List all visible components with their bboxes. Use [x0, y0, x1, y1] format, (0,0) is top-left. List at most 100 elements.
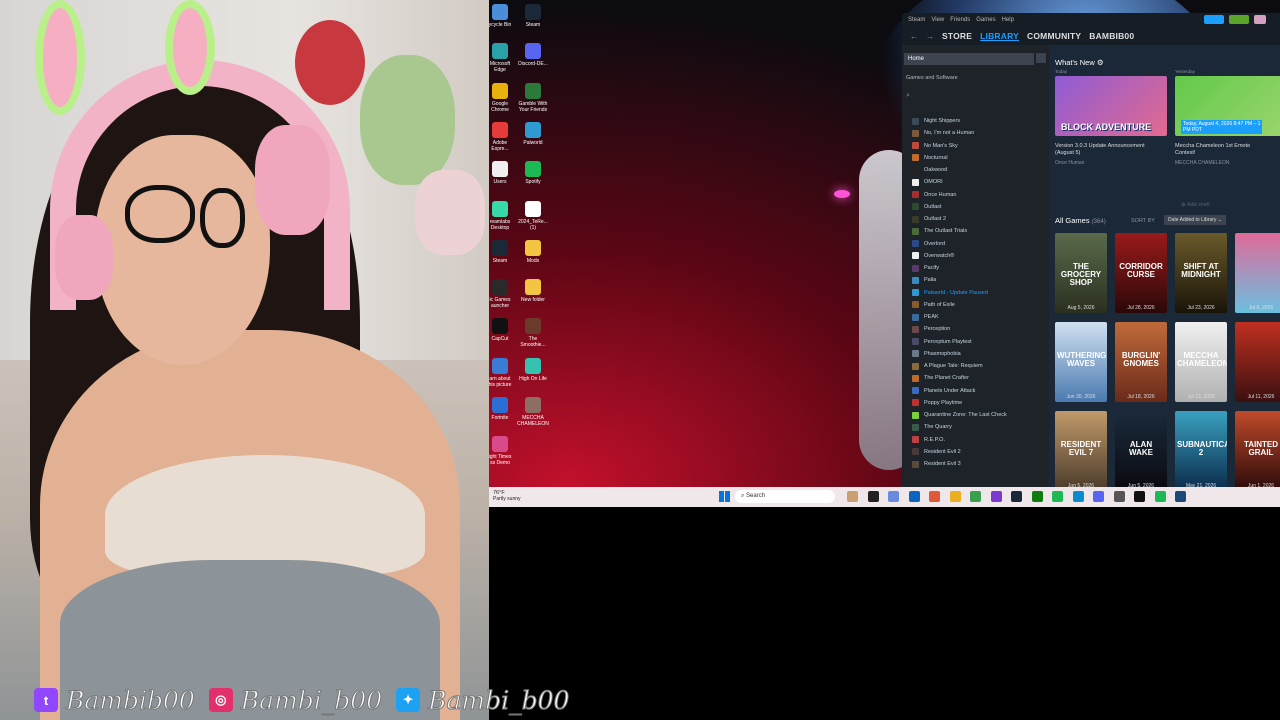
taskbar-search[interactable]: ⌕ Search	[735, 490, 835, 503]
desktop-icon[interactable]: Steam	[512, 4, 554, 28]
game-tile[interactable]: RESIDENT EVIL 7 Jun 5, 2026	[1055, 411, 1107, 487]
nav-user[interactable]: BAMBIB00	[1089, 31, 1134, 41]
nav-library[interactable]: LIBRARY	[980, 31, 1019, 41]
game-list-item[interactable]: R.E.P.O.	[912, 434, 1047, 446]
game-list-item[interactable]: Pacify	[912, 262, 1047, 274]
game-tile[interactable]: BURGLIN' GNOMES Jul 18, 2026	[1115, 322, 1167, 402]
outlook-icon[interactable]	[908, 491, 920, 502]
game-list-item[interactable]: Perceptum Playtest	[912, 336, 1047, 348]
task-view-icon[interactable]	[867, 491, 879, 502]
back-arrow-icon[interactable]: ←	[910, 32, 918, 41]
game-list-item[interactable]: Quarantine Zone: The Last Check	[912, 409, 1047, 421]
desktop-icon[interactable]: New folder	[512, 279, 554, 303]
desktop-icon[interactable]: Discord-DE...	[512, 43, 554, 67]
game-tile[interactable]: Jul 11, 2026	[1235, 322, 1280, 402]
whats-new-card[interactable]: Today BLOCK ADVENTURE Version 3.0.3 Update…	[1055, 69, 1170, 184]
menu-steam[interactable]: Steam	[908, 17, 925, 23]
game-list-item[interactable]: The Quarry	[912, 421, 1047, 433]
whats-new-art: Today, August 4, 2026 8:47 PM – 1 PM PDT	[1175, 76, 1280, 136]
spotify-icon[interactable]	[1052, 491, 1063, 502]
game-list-item[interactable]: Resident Evil 3	[912, 458, 1047, 470]
grid-view-icon[interactable]	[1036, 53, 1046, 63]
collection-filter[interactable]: Games and Software	[906, 75, 958, 81]
game-list-item[interactable]: Planets Under Attack	[912, 385, 1047, 397]
clipchamp-icon[interactable]	[990, 491, 1002, 502]
widgets-icon[interactable]	[847, 491, 858, 502]
game-list-item[interactable]: The Planet Crafter	[912, 372, 1047, 384]
add-shelf-button[interactable]: ⊕ Add shelf	[1181, 202, 1210, 208]
menu-view[interactable]: View	[931, 17, 944, 23]
search-icon[interactable]: ⌕	[906, 92, 910, 100]
game-tile[interactable]: SHIFT AT MIDNIGHT Jul 23, 2026	[1175, 233, 1227, 313]
game-list-item[interactable]: Resident Evil 2	[912, 446, 1047, 458]
game-tile[interactable]: MECCHA CHAMELEON Jul 13, 2026	[1175, 322, 1227, 402]
start-menu-icon[interactable]	[719, 491, 730, 502]
game-list-item[interactable]: Nocturnal	[912, 152, 1047, 164]
menu-help[interactable]: Help	[1002, 17, 1014, 23]
whats-new-card[interactable]: Yesterday Today, August 4, 2026 8:47 PM –…	[1175, 69, 1280, 184]
game-tile[interactable]: Jul 9, 2026	[1235, 233, 1280, 313]
media-icon[interactable]	[929, 491, 940, 502]
weather-widget[interactable]: 76°F Partly sunny	[493, 490, 521, 502]
all-games-header[interactable]: All Games (364)	[1055, 216, 1106, 225]
home-button[interactable]: Home	[904, 53, 1034, 65]
sort-by-select[interactable]: Date Added to Library ⌄	[1164, 215, 1226, 225]
desktop-icon[interactable]: Mods	[512, 239, 554, 264]
game-tile-title: TAINTED GRAIL	[1243, 440, 1279, 457]
game-tile[interactable]: CORRIDOR CURSE Jul 28, 2026	[1115, 233, 1167, 313]
steam-pinned-icon[interactable]	[1175, 491, 1186, 502]
desktop-icon[interactable]: The Smoothie...	[512, 318, 554, 348]
nav-community[interactable]: COMMUNITY	[1027, 31, 1081, 41]
notifications-button[interactable]	[1229, 15, 1249, 24]
game-list-item[interactable]: No, I'm not a Human	[912, 127, 1047, 139]
game-list-item[interactable]: Phasmophobia	[912, 348, 1047, 360]
game-list-item[interactable]: OMORI	[912, 176, 1047, 188]
game-list-item[interactable]: Palia	[912, 274, 1047, 286]
game-list-item[interactable]: Night Shippers	[912, 115, 1047, 127]
capcut-icon[interactable]	[1134, 491, 1145, 502]
desktop-icon[interactable]: Palworld	[512, 121, 554, 146]
game-list-item[interactable]: Outlast 2	[912, 213, 1047, 225]
game-tile[interactable]: WUTHERING WAVES Jun 30, 2026	[1055, 322, 1107, 402]
desktop-icon[interactable]: High On Life	[512, 357, 554, 382]
game-list-item[interactable]: PEAK	[912, 311, 1047, 323]
game-list-item[interactable]: Perception	[912, 323, 1047, 335]
xbox-icon[interactable]	[1031, 491, 1043, 502]
game-tile[interactable]: ALAN WAKE Jun 5, 2026	[1115, 411, 1167, 487]
camera-icon[interactable]	[1113, 491, 1125, 502]
game-list-item[interactable]: No Man's Sky	[912, 140, 1047, 152]
game-tile[interactable]: SUBNAUTICA 2 May 21, 2026	[1175, 411, 1227, 487]
game-icon	[912, 448, 919, 456]
file-explorer-icon[interactable]	[949, 491, 961, 502]
avatar[interactable]	[1254, 15, 1266, 24]
game-tile[interactable]: TAINTED GRAIL Jun 1, 2026	[1235, 411, 1280, 487]
menu-friends[interactable]: Friends	[950, 17, 970, 23]
desktop-icon[interactable]: 2024_TeRe... (1)	[512, 200, 554, 231]
edge-icon[interactable]	[1072, 491, 1084, 502]
desktop-icon[interactable]: Spotify	[512, 161, 554, 185]
game-list-item[interactable]: A Plague Tale: Requiem	[912, 360, 1047, 372]
broadcast-button[interactable]	[1204, 15, 1224, 24]
game-list-item[interactable]: Palworld - Update Paused	[912, 287, 1047, 299]
xbox-bar-icon[interactable]	[1154, 491, 1166, 502]
game-list-item[interactable]: Poppy Playtime	[912, 397, 1047, 409]
game-list-item[interactable]: Outlast	[912, 201, 1047, 213]
menu-games[interactable]: Games	[976, 17, 995, 23]
nav-store[interactable]: STORE	[942, 31, 972, 41]
desktop-icon[interactable]: Gamble With Your Friends	[512, 82, 554, 113]
forward-arrow-icon[interactable]: →	[926, 32, 934, 41]
game-list-item[interactable]: Oakwood	[912, 164, 1047, 176]
copilot-icon[interactable]	[888, 491, 899, 502]
discord-icon[interactable]	[1093, 491, 1104, 502]
game-list-item[interactable]: Once Human	[912, 189, 1047, 201]
game-list-item[interactable]: The Outlast Trials	[912, 225, 1047, 237]
chrome-icon[interactable]	[970, 491, 981, 502]
desktop-icon[interactable]: MECCHA CHAMELEON	[512, 397, 554, 427]
steam-icon[interactable]	[1011, 491, 1022, 502]
game-name: Planets Under Attack	[924, 387, 976, 394]
game-list-item[interactable]: Overwatch®	[912, 250, 1047, 262]
game-list-item[interactable]: Overlord	[912, 238, 1047, 250]
desktop-icon[interactable]: ight Times ss Demo	[489, 436, 521, 466]
game-list-item[interactable]: Path of Exile	[912, 299, 1047, 311]
game-tile[interactable]: THE GROCERY SHOP Aug 5, 2026	[1055, 233, 1107, 313]
